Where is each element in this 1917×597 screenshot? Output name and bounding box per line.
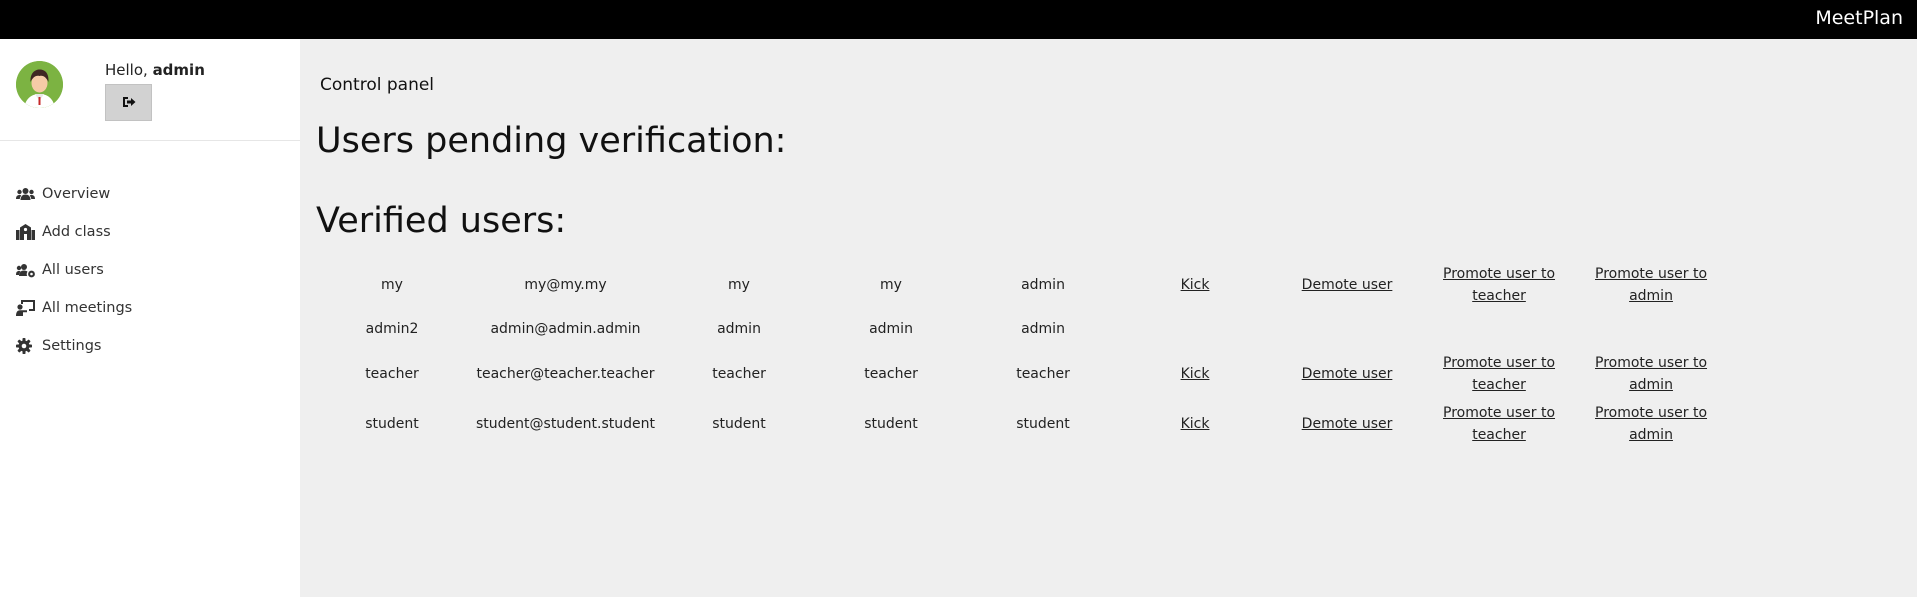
table-row: admin2 admin@admin.admin admin admin adm… (316, 307, 1727, 351)
sidebar-item-label: Settings (42, 338, 102, 354)
cell-username: my (381, 276, 403, 293)
promote-to-admin-link[interactable]: Promote user to admin (1583, 263, 1719, 307)
school-icon (16, 223, 36, 241)
main-content: Control panel Users pending verification… (300, 39, 1917, 597)
verified-users-table: my my@my.my my my admin Kick Demote user… (316, 262, 1727, 452)
greeting-prefix: Hello, (105, 61, 153, 79)
kick-link[interactable]: Kick (1181, 363, 1210, 385)
kick-link[interactable]: Kick (1181, 274, 1210, 296)
cell-surname: admin (869, 321, 913, 337)
promote-to-admin-link[interactable]: Promote user to admin (1583, 402, 1719, 446)
cell-name: my (728, 276, 750, 293)
promote-to-teacher-link[interactable]: Promote user to teacher (1431, 402, 1567, 446)
cell-username: teacher (365, 365, 419, 382)
demote-user-link[interactable]: Demote user (1302, 413, 1393, 435)
top-bar: MeetPlan (0, 0, 1917, 39)
cell-role: admin (1021, 276, 1065, 293)
cell-surname: my (880, 276, 902, 293)
demote-user-link[interactable]: Demote user (1302, 363, 1393, 385)
table-row: my my@my.my my my admin Kick Demote user… (316, 262, 1727, 307)
promote-to-teacher-link[interactable]: Promote user to teacher (1431, 263, 1567, 307)
sidebar-item-overview[interactable]: Overview (0, 175, 300, 213)
sidebar-item-add-class[interactable]: Add class (0, 213, 300, 251)
greeting: Hello, admin (105, 61, 205, 79)
table-row: teacher teacher@teacher.teacher teacher … (316, 351, 1727, 396)
kick-link[interactable]: Kick (1181, 413, 1210, 435)
sidebar-item-label: All users (42, 262, 104, 278)
promote-to-admin-link[interactable]: Promote user to admin (1583, 352, 1719, 396)
users-icon (16, 185, 36, 203)
table-row: student student@student.student student … (316, 396, 1727, 452)
cell-email: admin@admin.admin (490, 321, 641, 337)
cell-username: admin2 (365, 321, 419, 337)
avatar (16, 61, 63, 108)
sidebar-item-all-meetings[interactable]: All meetings (0, 289, 300, 327)
cell-username: student (365, 416, 419, 432)
promote-to-teacher-link[interactable]: Promote user to teacher (1431, 352, 1567, 396)
demote-user-link[interactable]: Demote user (1302, 274, 1393, 296)
gear-icon (16, 337, 36, 355)
profile-section: Hello, admin (0, 39, 300, 141)
cell-surname: teacher (864, 365, 918, 382)
brand-title[interactable]: MeetPlan (1815, 7, 1903, 29)
logout-button[interactable] (105, 84, 152, 121)
sidebar-item-settings[interactable]: Settings (0, 327, 300, 365)
sidebar: Hello, admin Overview Add class All user… (0, 39, 300, 597)
sign-out-icon (122, 93, 136, 112)
pending-users-heading: Users pending verification: (316, 121, 787, 161)
cell-name: student (712, 416, 766, 432)
verified-users-heading: Verified users: (316, 201, 567, 241)
users-cog-icon (16, 261, 36, 279)
cell-role: student (1016, 416, 1070, 432)
cell-name: teacher (712, 365, 766, 382)
sidebar-item-label: All meetings (42, 300, 133, 316)
cell-surname: student (864, 416, 918, 432)
sidebar-item-label: Overview (42, 186, 111, 202)
username-label: admin (152, 61, 205, 79)
cell-role: admin (1021, 321, 1065, 337)
sidebar-item-all-users[interactable]: All users (0, 251, 300, 289)
cell-name: admin (717, 321, 761, 337)
sidebar-item-label: Add class (42, 224, 111, 240)
cell-role: teacher (1016, 365, 1070, 382)
cell-email: student@student.student (476, 416, 656, 432)
cell-email: my@my.my (524, 276, 607, 293)
sidebar-nav: Overview Add class All users All meeting… (0, 175, 300, 365)
page-title: Control panel (320, 75, 435, 95)
chalkboard-teacher-icon (16, 299, 36, 317)
cell-email: teacher@teacher.teacher (476, 365, 655, 382)
